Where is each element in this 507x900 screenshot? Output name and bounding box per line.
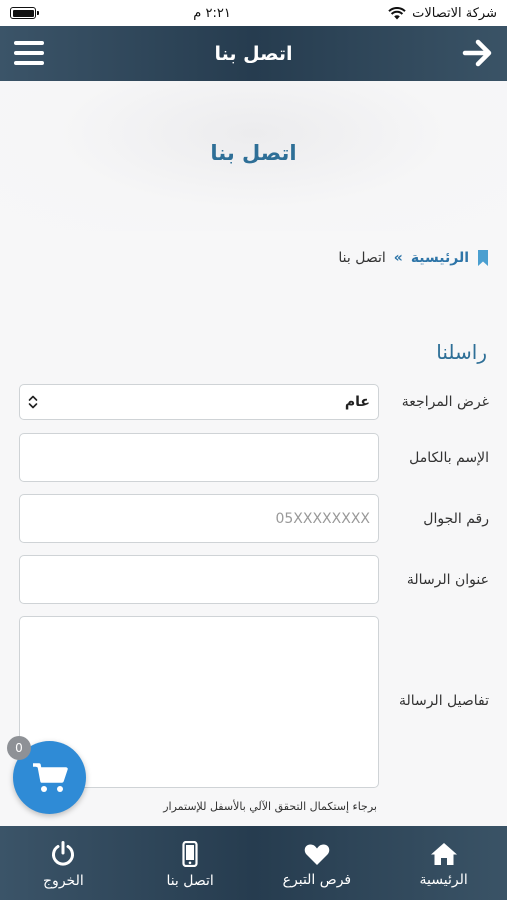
nav-item-contact-us[interactable]: اتصل بنا (127, 826, 254, 900)
menu-icon-bar (14, 51, 44, 55)
back-arrow-icon[interactable] (461, 37, 495, 69)
purpose-label: غرض المراجعة (401, 394, 489, 410)
battery-icon (10, 7, 39, 19)
cart-icon (32, 762, 68, 792)
status-bar: ٢:٢١ م شركة الاتصالات (0, 0, 507, 26)
app-header: اتصل بنا (0, 26, 507, 81)
cart-count-badge: 0 (7, 736, 31, 760)
menu-button[interactable] (14, 39, 44, 67)
menu-icon-bar (14, 61, 44, 65)
page-title: اتصل بنا (210, 141, 297, 165)
nav-item-donation-opportunities[interactable]: فرص التبرع (254, 826, 381, 900)
details-label: تفاصيل الرسالة (398, 693, 489, 709)
nav-item-logout[interactable]: الخروج (0, 826, 127, 900)
purpose-row: غرض المراجعة عام (19, 384, 489, 422)
mobile-label: رقم الجوال (423, 511, 489, 527)
captcha-note: برجاء إستكمال التحقق الآلي بالأسفل للإست… (163, 800, 377, 813)
name-row: الإسم بالكامل (19, 433, 489, 483)
nav-contact-label: اتصل بنا (166, 873, 214, 889)
header-title: اتصل بنا (214, 42, 293, 65)
status-time: ٢:٢١ م (193, 5, 231, 21)
heart-icon (304, 844, 330, 865)
mobile-row: رقم الجوال 05XXXXXXXX (19, 494, 489, 544)
mobile-phone-icon (182, 841, 198, 867)
purpose-select[interactable]: عام (19, 384, 379, 420)
menu-icon-bar (14, 41, 44, 45)
nav-home-label: الرئيسية (419, 872, 468, 888)
nav-donation-label: فرص التبرع (282, 871, 352, 888)
wifi-icon (388, 6, 406, 19)
name-label: الإسم بالكامل (409, 450, 489, 466)
nav-item-home[interactable]: الرئيسية (380, 826, 507, 900)
home-icon (430, 843, 457, 865)
status-right: شركة الاتصالات (388, 6, 497, 21)
breadcrumb-home-link[interactable]: الرئيسية (411, 250, 469, 266)
mobile-input[interactable]: 05XXXXXXXX (19, 494, 379, 543)
contact-form-title: راسلنا (436, 340, 487, 364)
bottom-nav: الرئيسية فرص التبرع اتصل بنا الخروج (0, 826, 507, 900)
subject-input[interactable] (19, 555, 379, 604)
subject-row: عنوان الرسالة (19, 555, 489, 605)
carrier-name: شركة الاتصالات (412, 5, 497, 21)
bookmark-icon (478, 250, 488, 266)
breadcrumb-current: اتصل بنا (338, 250, 386, 266)
power-icon (52, 841, 75, 866)
details-row: تفاصيل الرسالة (19, 616, 489, 788)
subject-label: عنوان الرسالة (406, 572, 489, 588)
select-arrows-icon (28, 395, 38, 409)
full-name-input[interactable] (19, 433, 379, 482)
nav-logout-label: الخروج (43, 873, 84, 889)
breadcrumb: الرئيسية » اتصل بنا (338, 250, 489, 266)
hero-banner: اتصل بنا (0, 81, 507, 231)
purpose-selected-value: عام (344, 394, 370, 410)
breadcrumb-separator: » (393, 250, 403, 266)
